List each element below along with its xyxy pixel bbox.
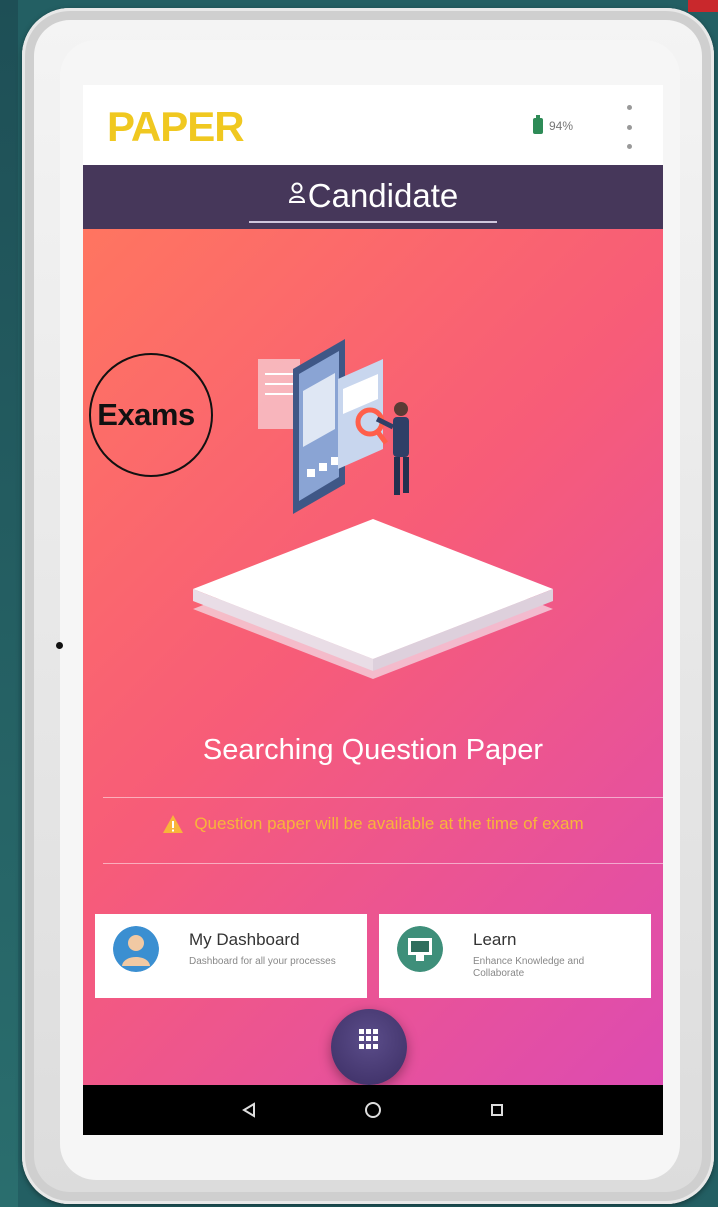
searching-status: Searching Question Paper bbox=[202, 734, 544, 766]
overflow-menu-icon[interactable] bbox=[623, 105, 635, 149]
apps-grid-icon bbox=[359, 1029, 379, 1049]
candidate-tab[interactable]: Candidate bbox=[249, 171, 497, 223]
tablet-camera-dot bbox=[56, 642, 63, 649]
battery-level: 94% bbox=[549, 119, 574, 133]
card-description: Enhance Knowledge and Collaborate bbox=[473, 956, 585, 979]
card-title: Learn bbox=[473, 930, 517, 949]
divider bbox=[103, 797, 663, 798]
home-icon[interactable] bbox=[357, 1094, 389, 1126]
app-top-bar: PAPER 94% bbox=[83, 85, 663, 165]
dashboard-avatar-icon bbox=[113, 926, 159, 972]
my-dashboard-card[interactable]: My Dashboard Dashboard for all your proc… bbox=[95, 914, 367, 998]
corner-accent bbox=[688, 0, 718, 12]
apps-menu-button[interactable] bbox=[331, 1009, 407, 1085]
background-edge bbox=[0, 0, 18, 1207]
app-logo: PAPER bbox=[107, 103, 245, 150]
battery-status: 94% bbox=[533, 115, 574, 134]
searching-illustration bbox=[193, 339, 553, 679]
warning-icon bbox=[163, 815, 184, 833]
recents-icon[interactable] bbox=[481, 1094, 513, 1126]
candidate-header: Candidate bbox=[83, 165, 663, 229]
candidate-title-text: Candidate bbox=[307, 177, 459, 214]
exams-annotation-circle: Exams bbox=[89, 353, 213, 477]
learn-presentation-icon bbox=[397, 926, 443, 972]
learn-card[interactable]: Learn Enhance Knowledge and Collaborate bbox=[379, 914, 651, 998]
exams-annotation-label: Exams bbox=[97, 397, 195, 432]
card-description: Dashboard for all your processes bbox=[189, 956, 336, 967]
exam-availability-warning: Question paper will be available at the … bbox=[83, 814, 663, 834]
divider bbox=[103, 863, 663, 864]
battery-icon bbox=[533, 115, 543, 134]
card-title: My Dashboard bbox=[189, 930, 300, 949]
person-icon bbox=[288, 182, 306, 210]
warning-text: Question paper will be available at the … bbox=[194, 814, 584, 833]
back-icon[interactable] bbox=[233, 1094, 265, 1126]
app-screen: PAPER 94% Candidate Searching Question P… bbox=[83, 85, 663, 1135]
android-nav-bar bbox=[83, 1085, 663, 1135]
